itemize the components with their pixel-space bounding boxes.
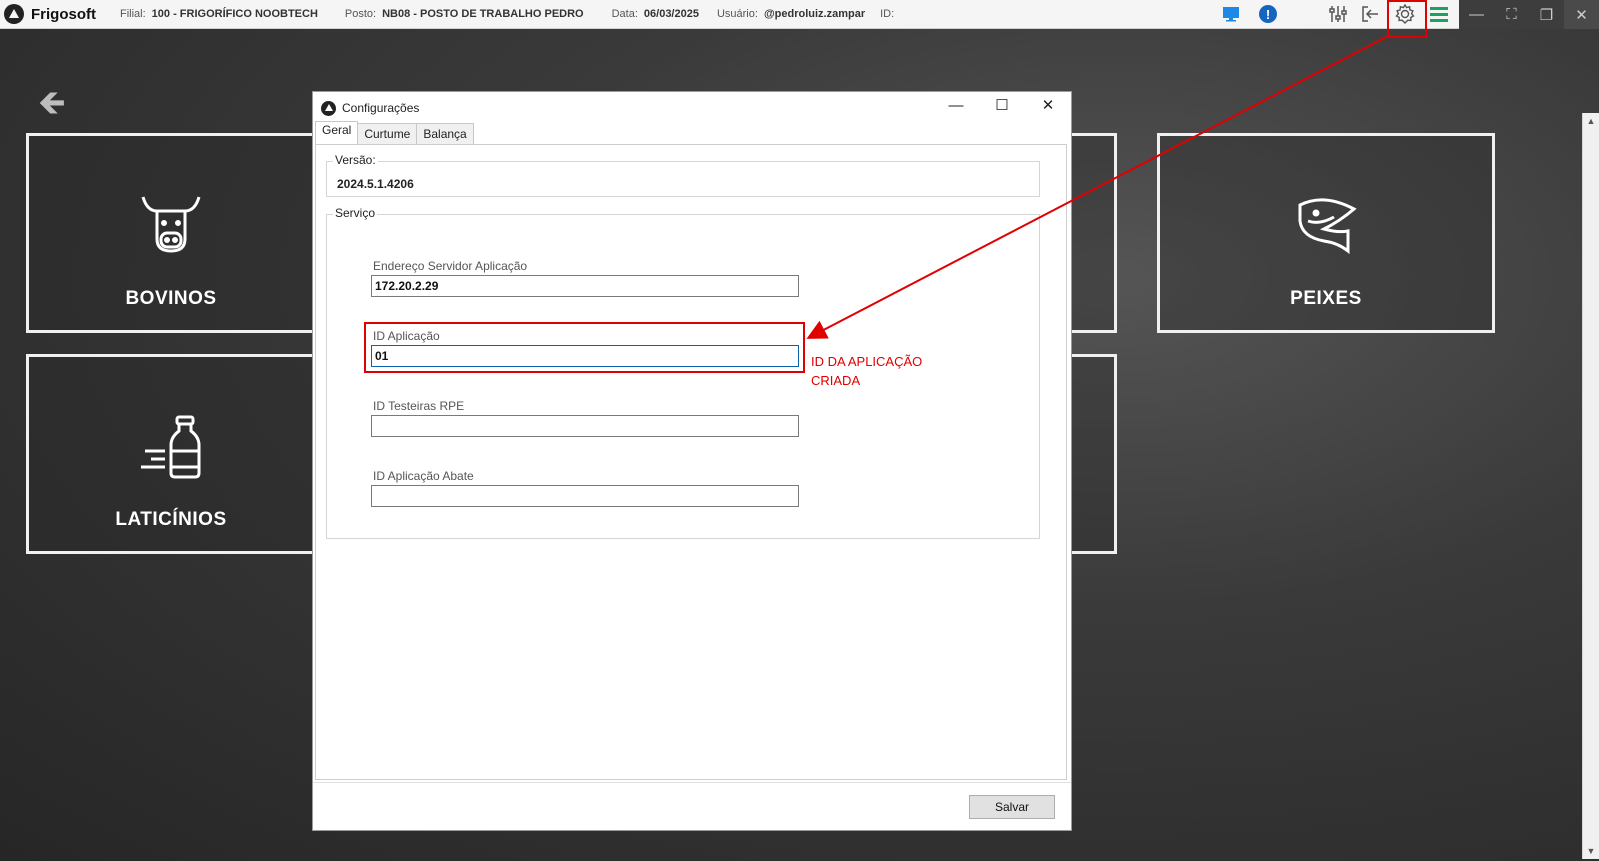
scroll-down-icon[interactable]: ▼ bbox=[1583, 843, 1599, 859]
monitor-icon[interactable] bbox=[1219, 3, 1243, 25]
filial-info: Filial: 100 - FRIGORÍFICO NOOBTECH bbox=[120, 8, 318, 20]
dialog-footer: Salvar bbox=[313, 782, 1071, 830]
tab-balanca[interactable]: Balança bbox=[416, 123, 474, 144]
posto-info: Posto: NB08 - POSTO DE TRABALHO PEDRO bbox=[344, 8, 584, 20]
fit-screen-icon[interactable]: ⛶ bbox=[1494, 0, 1529, 29]
hamburger-menu-icon[interactable] bbox=[1427, 3, 1451, 25]
close-icon[interactable]: ✕ bbox=[1564, 0, 1599, 29]
exit-icon[interactable] bbox=[1358, 3, 1382, 25]
tile-laticinios[interactable]: LATICÍNIOS bbox=[26, 354, 316, 554]
app-icon bbox=[321, 100, 336, 116]
minimize-icon[interactable]: — bbox=[1459, 0, 1494, 29]
minimize-icon[interactable]: — bbox=[933, 92, 979, 118]
milk-bottle-icon bbox=[139, 415, 203, 484]
back-arrow-icon[interactable]: 🡸 bbox=[38, 79, 66, 136]
close-icon[interactable]: ✕ bbox=[1025, 92, 1071, 118]
abate-id-input[interactable] bbox=[371, 485, 799, 507]
fish-icon bbox=[1294, 191, 1358, 260]
vertical-scrollbar[interactable]: ▲ ▼ bbox=[1582, 113, 1599, 859]
restore-icon[interactable]: ❐ bbox=[1529, 0, 1564, 29]
app-logo: Frigosoft bbox=[4, 4, 96, 24]
dialog-window-controls: — ☐ ✕ bbox=[933, 92, 1071, 118]
tile-label: BOVINOS bbox=[125, 288, 217, 309]
maximize-icon[interactable]: ☐ bbox=[979, 92, 1025, 118]
dialog-title: Configurações bbox=[342, 101, 420, 115]
tab-geral[interactable]: Geral bbox=[315, 121, 359, 144]
sliders-icon[interactable] bbox=[1326, 3, 1350, 25]
server-address-input[interactable] bbox=[371, 275, 799, 297]
logo-icon bbox=[4, 4, 24, 24]
abate-id-label: ID Aplicação Abate bbox=[373, 469, 474, 483]
tab-bar: Geral Curtume Balança bbox=[315, 121, 474, 144]
annotation-text: ID DA APLICAÇÃO CRIADA bbox=[811, 354, 923, 388]
gear-highlight-box bbox=[1387, 0, 1427, 38]
title-bar: Frigosoft Filial: 100 - FRIGORÍFICO NOOBT… bbox=[0, 0, 1599, 29]
versao-label: Versão: bbox=[333, 153, 378, 167]
scroll-up-icon[interactable]: ▲ bbox=[1583, 113, 1599, 129]
tab-panel-geral: Versão: 2024.5.1.4206 Serviço Endereço S… bbox=[315, 144, 1067, 780]
server-address-label: Endereço Servidor Aplicação bbox=[373, 259, 528, 273]
id-info: ID: bbox=[880, 8, 895, 20]
save-button[interactable]: Salvar bbox=[969, 795, 1055, 819]
app-name: Frigosoft bbox=[31, 5, 96, 23]
window-controls: — ⛶ ❐ ✕ bbox=[1459, 0, 1599, 29]
cow-icon bbox=[139, 191, 203, 260]
versao-value: 2024.5.1.4206 bbox=[337, 177, 414, 191]
alert-icon[interactable]: ! bbox=[1256, 3, 1280, 25]
user-info: Usuário: @pedroluiz.zampar bbox=[716, 8, 866, 20]
tile-label: LATICÍNIOS bbox=[115, 509, 227, 530]
versao-group: Versão: 2024.5.1.4206 bbox=[326, 153, 1040, 197]
servico-label: Serviço bbox=[333, 206, 378, 220]
tile-label: PEIXES bbox=[1290, 288, 1362, 309]
testeiras-id-input[interactable] bbox=[371, 415, 799, 437]
testeiras-id-label: ID Testeiras RPE bbox=[373, 399, 465, 413]
date-info: Data: 06/03/2025 bbox=[611, 8, 699, 20]
tile-peixes[interactable]: PEIXES bbox=[1157, 133, 1495, 333]
configuracoes-dialog: Configurações — ☐ ✕ Geral Curtume Balanç… bbox=[312, 91, 1072, 831]
tile-bovinos[interactable]: BOVINOS bbox=[26, 133, 316, 333]
app-id-highlight-box bbox=[364, 322, 805, 373]
tab-curtume[interactable]: Curtume bbox=[357, 123, 418, 144]
